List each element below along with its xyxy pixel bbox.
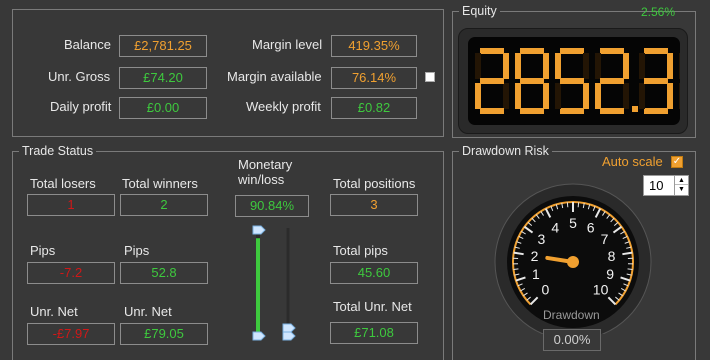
gauge-caption: Drawdown [543, 308, 600, 322]
drawdown-risk-title: Drawdown Risk [459, 144, 552, 159]
margin-alert-checkbox[interactable] [425, 72, 435, 82]
weekly-profit-field: £0.82 [331, 97, 417, 119]
gauge-tick-label: 1 [532, 266, 540, 282]
stepper-up-icon[interactable]: ▲ [675, 176, 688, 185]
daily-profit-field: £0.00 [119, 97, 207, 119]
gauge-minor-tick [627, 268, 633, 271]
gauge-tick-label: 4 [551, 219, 559, 235]
drawdown-value-field: 0.00% [543, 329, 601, 351]
total-losers-field: 1 [27, 194, 115, 216]
gauge-tick-label: 6 [587, 219, 595, 235]
margin-available-label: Margin available [227, 69, 322, 84]
weekly-profit-label: Weekly profit [246, 99, 321, 114]
monetary-label-line1: Monetary [238, 157, 293, 172]
gauge-tick-label: 2 [531, 248, 539, 264]
balance-label: Balance [64, 37, 111, 52]
losers-unr-net-label: Unr. Net [30, 304, 78, 319]
gauge-tick-label: 8 [608, 248, 616, 264]
winners-unr-net-label: Unr. Net [124, 304, 172, 319]
lcd-decimal-point [632, 106, 638, 112]
winners-pips-field: 52.8 [120, 262, 208, 284]
total-winners-field: 2 [120, 194, 208, 216]
total-unr-net-label: Total Unr. Net [333, 299, 412, 314]
gauge-tick-label: 5 [569, 215, 577, 231]
auto-scale-label: Auto scale [602, 154, 663, 169]
monetary-label-line2: win/loss [238, 172, 285, 187]
unr-gross-field: £74.20 [119, 67, 207, 89]
total-pips-field: 45.60 [330, 262, 418, 284]
daily-profit-label: Daily profit [50, 99, 112, 114]
unr-gross-label: Unr. Gross [48, 69, 111, 84]
equity-seven-segment [475, 48, 710, 114]
margin-level-label: Margin level [252, 37, 323, 52]
win-loss-bars [252, 225, 296, 341]
equity-lcd-display [458, 28, 710, 134]
margin-level-field: 419.35% [331, 35, 417, 57]
gauge-minor-tick [513, 268, 519, 271]
total-winners-label: Total winners [122, 176, 198, 191]
gauge-tick-label: 7 [601, 231, 609, 247]
equity-change-percent: 2.56% [641, 5, 676, 19]
gauge-tick-label: 10 [593, 282, 609, 298]
gauge-needle-hub [567, 256, 579, 268]
win-bar-bottom-marker [252, 331, 266, 341]
losers-pips-label: Pips [30, 243, 56, 258]
winners-unr-net-field: £79.05 [120, 323, 208, 345]
winners-pips-label: Pips [124, 243, 150, 258]
losers-pips-field: -7.2 [27, 262, 115, 284]
balance-field: £2,781.25 [119, 35, 207, 57]
gauge-tick-label: 3 [538, 231, 546, 247]
win-bar-top-marker [252, 225, 266, 235]
gauge-tick-label: 0 [542, 282, 550, 298]
trade-status-title: Trade Status [19, 144, 97, 159]
total-unr-net-field: £71.08 [330, 322, 418, 344]
total-pips-label: Total pips [333, 243, 388, 258]
scale-stepper-buttons: ▲ ▼ [674, 176, 688, 195]
margin-available-field: 76.14% [331, 67, 417, 89]
total-positions-field: 3 [330, 194, 418, 216]
gauge-tick-label: 9 [606, 266, 614, 282]
auto-scale-checkbox[interactable]: ✓ [671, 156, 683, 168]
monetary-win-loss-field: 90.84% [235, 195, 309, 217]
losers-unr-net-field: -£7.97 [27, 323, 115, 345]
equity-title: Equity [459, 4, 500, 19]
total-losers-label: Total losers [30, 176, 96, 191]
loss-bar-bottom-marker [282, 331, 296, 341]
total-positions-label: Total positions [333, 176, 416, 191]
loss-bar-upper-marker [282, 323, 296, 333]
stepper-down-icon[interactable]: ▼ [675, 185, 688, 194]
